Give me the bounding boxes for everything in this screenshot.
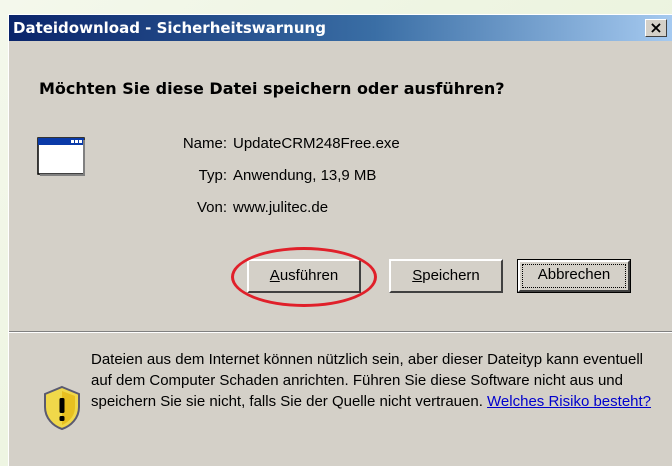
- from-value: www.julitec.de: [233, 199, 329, 216]
- cancel-label: Abbrechen: [537, 266, 611, 283]
- dialog-question: Möchten Sie diese Datei speichern oder a…: [39, 79, 505, 98]
- name-label: Name:: [182, 135, 227, 152]
- run-button[interactable]: Ausführen: [247, 259, 361, 293]
- type-label: Typ:: [198, 167, 227, 184]
- title-bar[interactable]: Dateidownload - Sicherheitswarnung ×: [9, 15, 672, 41]
- download-dialog: Dateidownload - Sicherheitswarnung × Möc…: [8, 14, 672, 466]
- separator: [9, 331, 672, 333]
- type-value: Anwendung, 13,9 MB: [233, 167, 377, 184]
- save-accel: S: [412, 267, 423, 284]
- cancel-button[interactable]: Abbrechen: [517, 259, 631, 293]
- save-button[interactable]: Speichern: [389, 259, 503, 293]
- save-label: peichern: [422, 267, 480, 284]
- close-icon: ×: [649, 18, 663, 37]
- run-label: usführen: [279, 267, 339, 284]
- warning-shield-icon: [44, 385, 80, 431]
- risk-info-link[interactable]: Welches Risiko besteht?: [487, 393, 651, 410]
- window-title: Dateidownload - Sicherheitswarnung: [13, 19, 326, 37]
- from-label: Von:: [196, 199, 227, 216]
- name-value: UpdateCRM248Free.exe: [233, 135, 400, 152]
- application-window-icon: [37, 137, 85, 176]
- run-accel: A: [269, 267, 280, 284]
- close-button[interactable]: ×: [645, 19, 667, 37]
- warning-message: Dateien aus dem Internet können nützlich…: [91, 349, 651, 412]
